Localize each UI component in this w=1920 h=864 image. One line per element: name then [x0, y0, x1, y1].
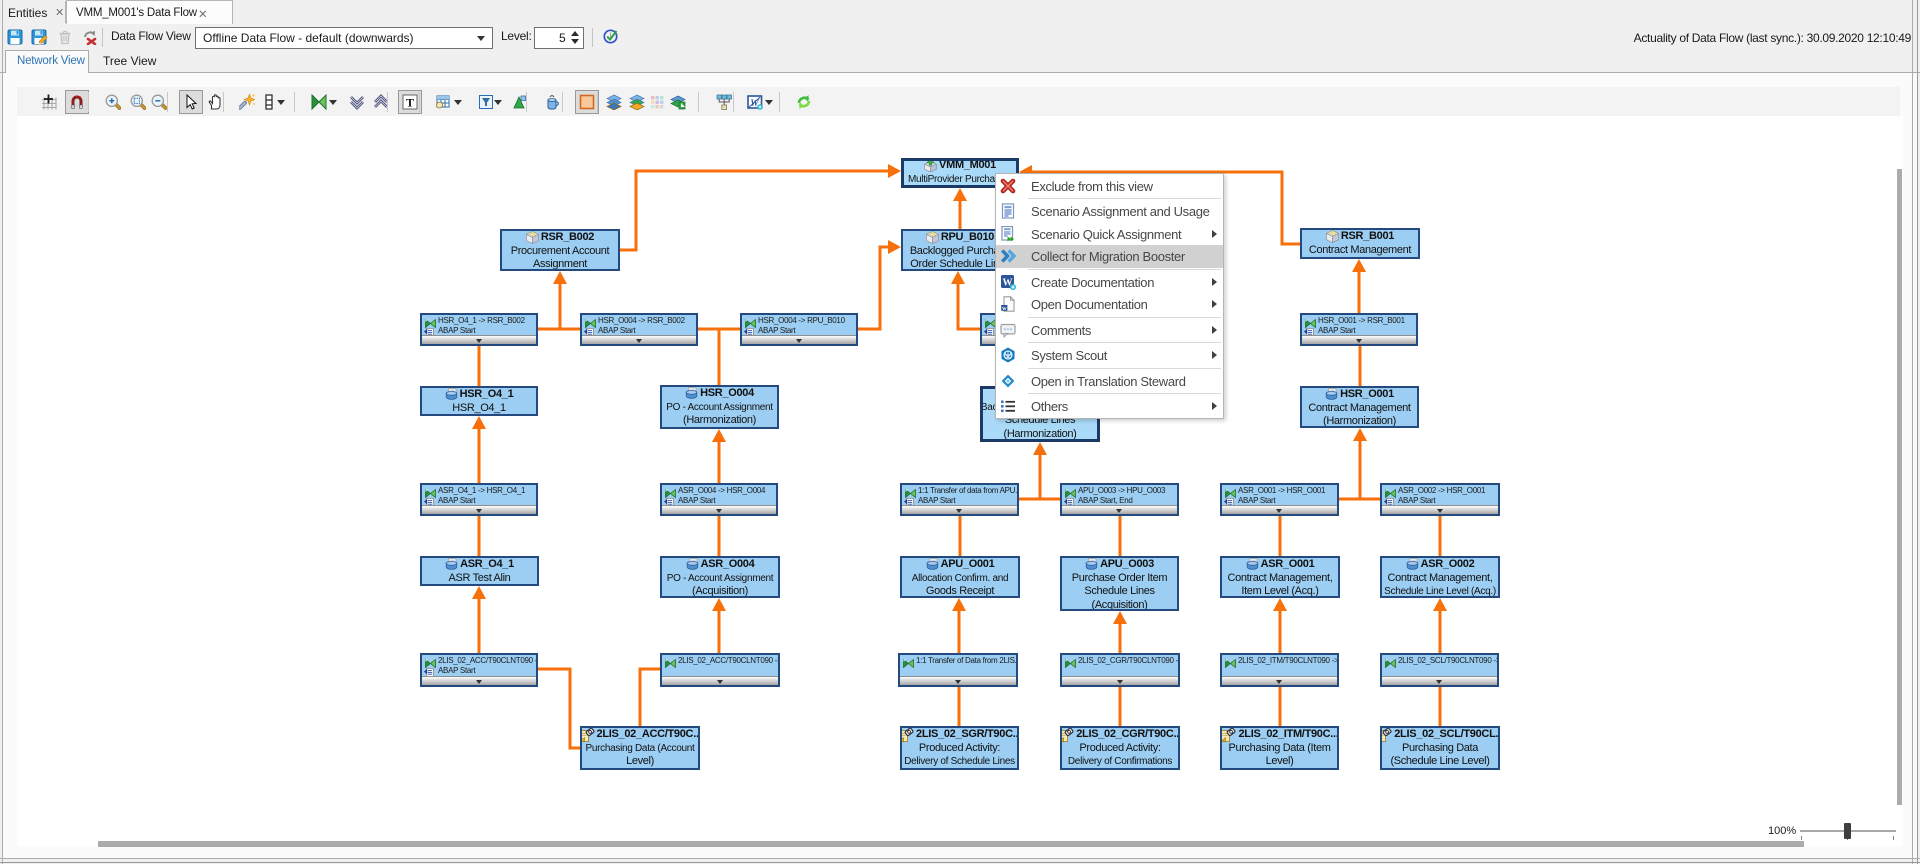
svg-text:w: w: [1002, 305, 1007, 312]
svg-text:T: T: [406, 96, 414, 110]
